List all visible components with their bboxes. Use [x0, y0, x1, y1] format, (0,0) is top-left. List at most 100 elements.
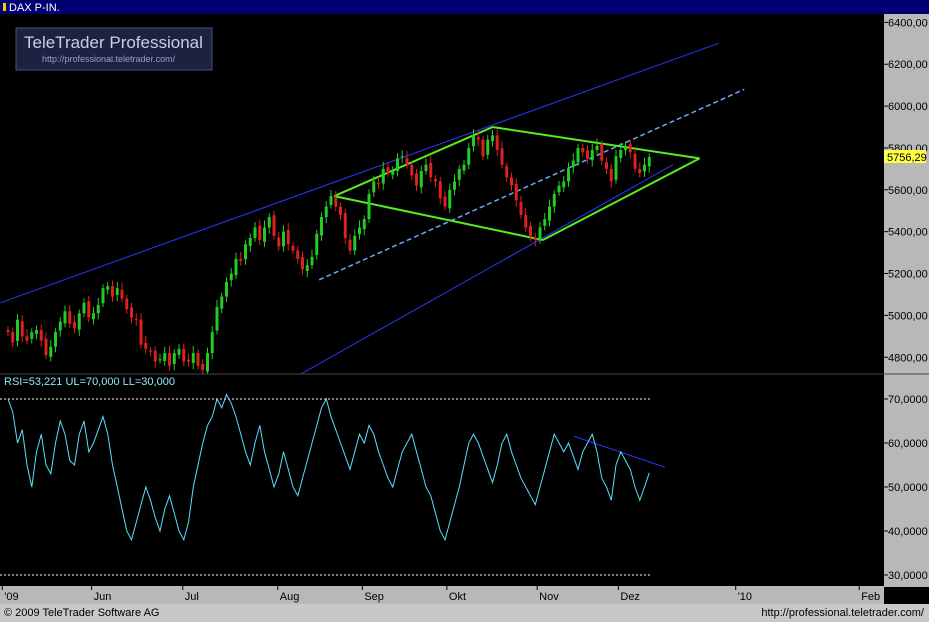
- rsi-tick-label: 60,0000: [888, 438, 928, 450]
- candle-body: [211, 332, 214, 353]
- x-tick-label: Sep: [364, 591, 384, 603]
- price-y-ticks: 4800,005000,005200,005400,005600,005800,…: [884, 17, 928, 364]
- price-tick-label: 6400,00: [888, 17, 928, 29]
- x-tick-label: Dez: [620, 591, 640, 603]
- candle-body: [463, 165, 466, 171]
- candle-body: [30, 332, 33, 339]
- candle-body: [372, 181, 375, 192]
- candle-body: [339, 207, 342, 215]
- candle-body: [510, 177, 513, 185]
- candle-body: [467, 148, 470, 165]
- candle-body: [311, 257, 314, 265]
- price-tick-label: 5000,00: [888, 310, 928, 322]
- teletrader-logo: TeleTrader Professional http://professio…: [16, 28, 212, 70]
- candle-body: [396, 158, 399, 171]
- candle-body: [643, 165, 646, 172]
- candle-body: [529, 226, 532, 236]
- candle-body: [491, 135, 494, 141]
- candle-body: [225, 282, 228, 297]
- candle-body: [54, 332, 57, 347]
- candle-body: [567, 169, 570, 182]
- window-title: DAX P-IN.: [9, 2, 60, 14]
- candle-body: [144, 343, 147, 349]
- candle-body: [106, 286, 109, 290]
- candle-body: [168, 353, 171, 366]
- x-tick-label: Aug: [280, 591, 300, 603]
- candle-body: [102, 288, 105, 303]
- candle-body: [273, 215, 276, 236]
- candle-body: [330, 196, 333, 205]
- price-tick-label: 5400,00: [888, 227, 928, 239]
- candle-body: [235, 259, 238, 275]
- candle-body: [159, 359, 162, 360]
- candle-body: [505, 166, 508, 177]
- rsi-tick-label: 40,0000: [888, 526, 928, 538]
- candle-body: [415, 173, 418, 185]
- candle-body: [21, 321, 24, 336]
- candle-body: [216, 307, 219, 330]
- candle-body: [472, 135, 475, 146]
- candle-body: [201, 364, 204, 370]
- candle-body: [486, 140, 489, 155]
- candle-body: [524, 215, 527, 228]
- candle-body: [368, 194, 371, 219]
- candle-body: [92, 313, 95, 319]
- candle-body: [501, 148, 504, 164]
- logo-url: http://professional.teletrader.com/: [42, 54, 176, 64]
- candle-body: [11, 332, 14, 342]
- candle-body: [287, 230, 290, 244]
- rsi-title: RSI=53,221 UL=70,000 LL=30,000: [4, 376, 175, 388]
- candle-body: [586, 150, 589, 158]
- candle-body: [292, 246, 295, 251]
- chart-stage: DAX P-IN. © 2009 TeleTrader Software AG …: [0, 0, 929, 622]
- candle-body: [591, 150, 594, 160]
- title-bar: [0, 0, 929, 14]
- candle-body: [553, 194, 556, 207]
- candle-body: [562, 181, 565, 187]
- candle-body: [520, 202, 523, 215]
- candle-body: [254, 227, 257, 237]
- candle-body: [206, 353, 209, 371]
- rsi-levels: [0, 399, 650, 575]
- candle-body: [35, 330, 38, 334]
- x-tick-label: Jun: [94, 591, 112, 603]
- candle-body: [496, 135, 499, 150]
- candle-body: [249, 238, 252, 246]
- candle-body: [605, 162, 608, 169]
- candle-body: [624, 146, 627, 150]
- candle-body: [130, 307, 133, 317]
- price-tick-label: 4800,00: [888, 352, 928, 364]
- candle-body: [49, 347, 52, 357]
- candle-body: [197, 353, 200, 366]
- x-tick-label: Nov: [539, 591, 559, 603]
- candle-body: [406, 158, 409, 165]
- candle-body: [610, 169, 613, 182]
- candle-body: [220, 297, 223, 309]
- candle-body: [444, 197, 447, 207]
- candle-body: [268, 217, 271, 227]
- candle-body: [515, 184, 518, 200]
- logo-brand: TeleTrader Professional: [24, 33, 203, 52]
- candle-body: [282, 232, 285, 247]
- candle-body: [648, 157, 651, 166]
- candle-body: [68, 311, 71, 324]
- candle-body: [301, 257, 304, 269]
- x-tick-label: Jul: [185, 591, 199, 603]
- candle-body: [353, 236, 356, 251]
- last-price-label: 5756,29: [887, 152, 927, 164]
- candle-body: [458, 169, 461, 180]
- candle-body: [45, 339, 48, 355]
- x-tick-label: '10: [738, 591, 752, 603]
- candle-body: [239, 259, 242, 261]
- candle-body: [78, 313, 81, 329]
- candle-body: [429, 163, 432, 177]
- price-tick-label: 5600,00: [888, 185, 928, 197]
- rsi-tick-label: 50,0000: [888, 482, 928, 494]
- candle-body: [477, 137, 480, 140]
- candle-body: [434, 179, 437, 182]
- candle-body: [135, 319, 138, 320]
- candle-body: [410, 165, 413, 175]
- candle-body: [154, 351, 157, 361]
- rsi-line: [8, 395, 649, 540]
- candle-body: [596, 146, 599, 150]
